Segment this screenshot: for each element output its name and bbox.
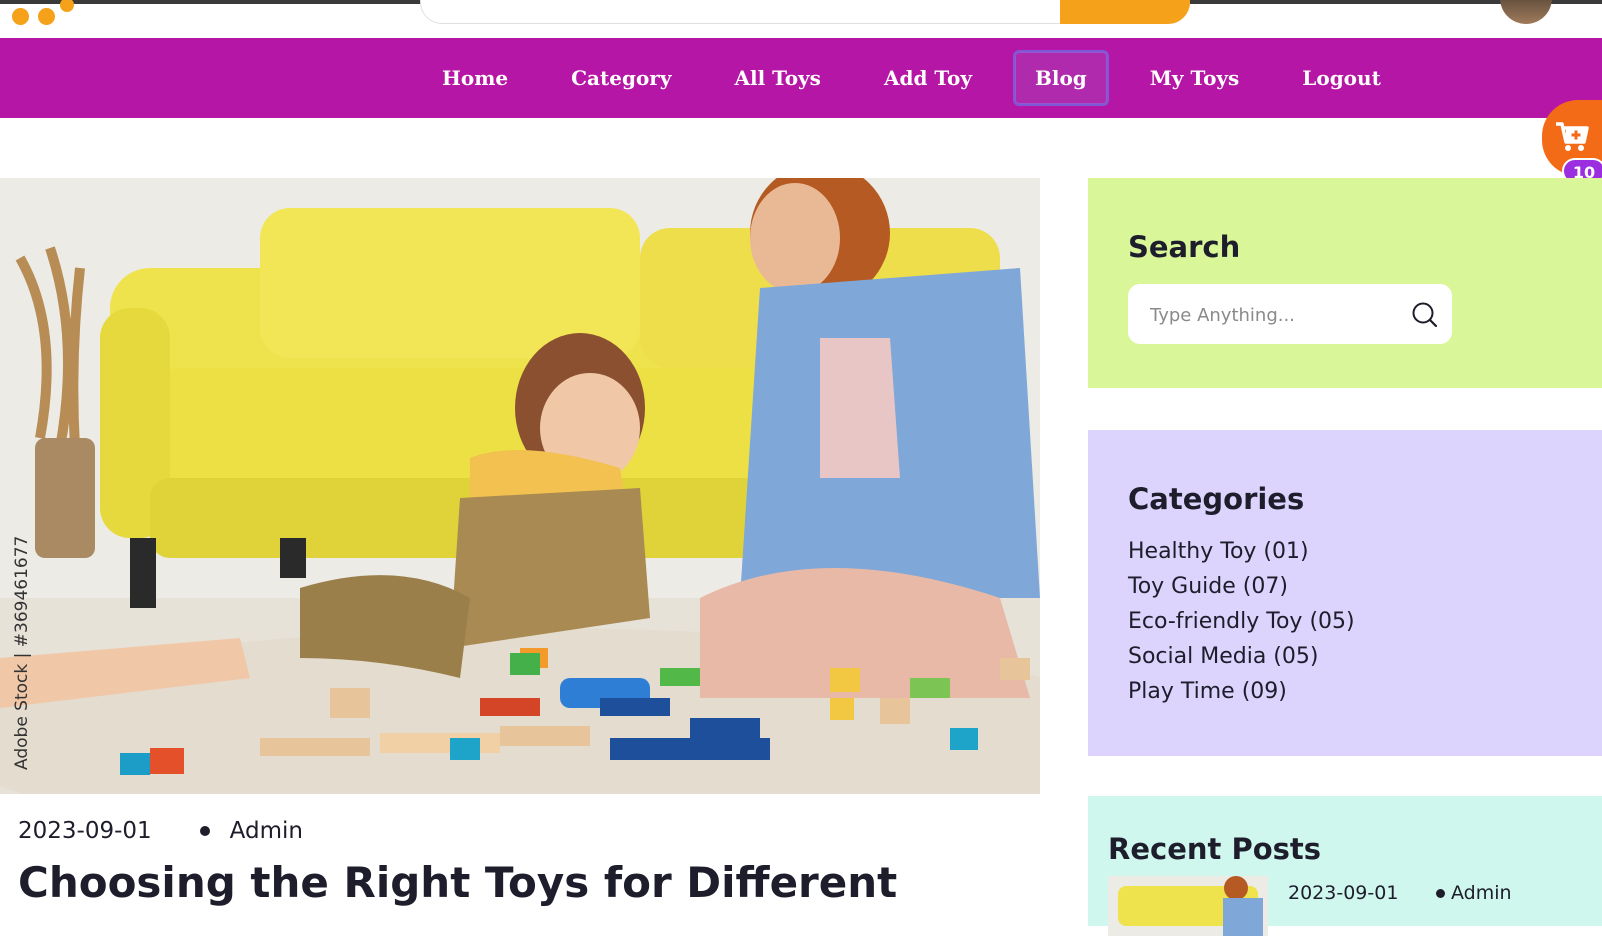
sidebar-search-input[interactable] [1148, 298, 1402, 332]
categories-list: Healthy Toy (01) Toy Guide (07) Eco-frie… [1128, 534, 1562, 709]
header-search-button[interactable] [1060, 0, 1190, 24]
category-item[interactable]: Healthy Toy (01) [1128, 534, 1562, 569]
nav-blog[interactable]: Blog [1012, 50, 1109, 106]
logo-dot [38, 8, 55, 25]
nav-menu: Home Category All Toys Add Toy Blog My T… [420, 38, 1422, 118]
floating-cart-button[interactable]: 10 [1542, 100, 1602, 184]
meta-separator-dot [199, 826, 210, 836]
recent-thumb-illustration [1108, 876, 1268, 936]
post-title[interactable]: Choosing the Right Toys for Different [18, 858, 897, 907]
main-nav: Home Category All Toys Add Toy Blog My T… [0, 38, 1602, 118]
nav-my-toys[interactable]: My Toys [1128, 50, 1262, 106]
search-widget-title: Search [1128, 230, 1241, 264]
nav-add-toy[interactable]: Add Toy [862, 50, 994, 106]
nav-logout[interactable]: Logout [1280, 50, 1403, 106]
recent-posts-widget: Recent Posts 2023-09-01 Admin [1088, 796, 1602, 936]
post-author[interactable]: Admin [230, 818, 303, 844]
recent-post-thumbnail[interactable] [1108, 876, 1268, 936]
categories-widget-title: Categories [1128, 482, 1305, 516]
category-item[interactable]: Play Time (09) [1128, 674, 1562, 709]
image-watermark: Adobe Stock | #369461677 [12, 535, 32, 770]
post-date: 2023-09-01 [18, 818, 152, 844]
recent-post-date: 2023-09-01 [1288, 882, 1399, 904]
categories-widget: Categories Healthy Toy (01) Toy Guide (0… [1088, 430, 1602, 756]
category-item[interactable]: Social Media (05) [1128, 639, 1562, 674]
post-featured-image[interactable]: Adobe Stock | #369461677 [0, 178, 1040, 794]
search-icon[interactable] [1410, 300, 1438, 328]
nav-all-toys[interactable]: All Toys [712, 50, 842, 106]
category-item[interactable]: Toy Guide (07) [1128, 569, 1562, 604]
search-widget: Search [1088, 178, 1602, 388]
recent-post-item[interactable]: 2023-09-01 Admin [1108, 876, 1582, 936]
hero-illustration [0, 178, 1040, 794]
post-meta: 2023-09-01 Admin [18, 818, 303, 844]
recent-posts-title: Recent Posts [1108, 832, 1322, 866]
cart-plus-icon [1556, 122, 1589, 151]
logo-dot [12, 8, 29, 25]
logo-dot [60, 0, 74, 12]
recent-post-author: Admin [1436, 882, 1512, 904]
meta-separator-dot [1436, 888, 1445, 898]
top-header [0, 0, 1602, 38]
sidebar-search-box [1128, 284, 1452, 344]
recent-post-author-name: Admin [1451, 882, 1512, 904]
site-logo[interactable] [0, 0, 80, 34]
user-avatar[interactable] [1500, 0, 1552, 24]
category-item[interactable]: Eco-friendly Toy (05) [1128, 604, 1562, 639]
nav-category[interactable]: Category [549, 50, 693, 106]
nav-home[interactable]: Home [420, 50, 530, 106]
